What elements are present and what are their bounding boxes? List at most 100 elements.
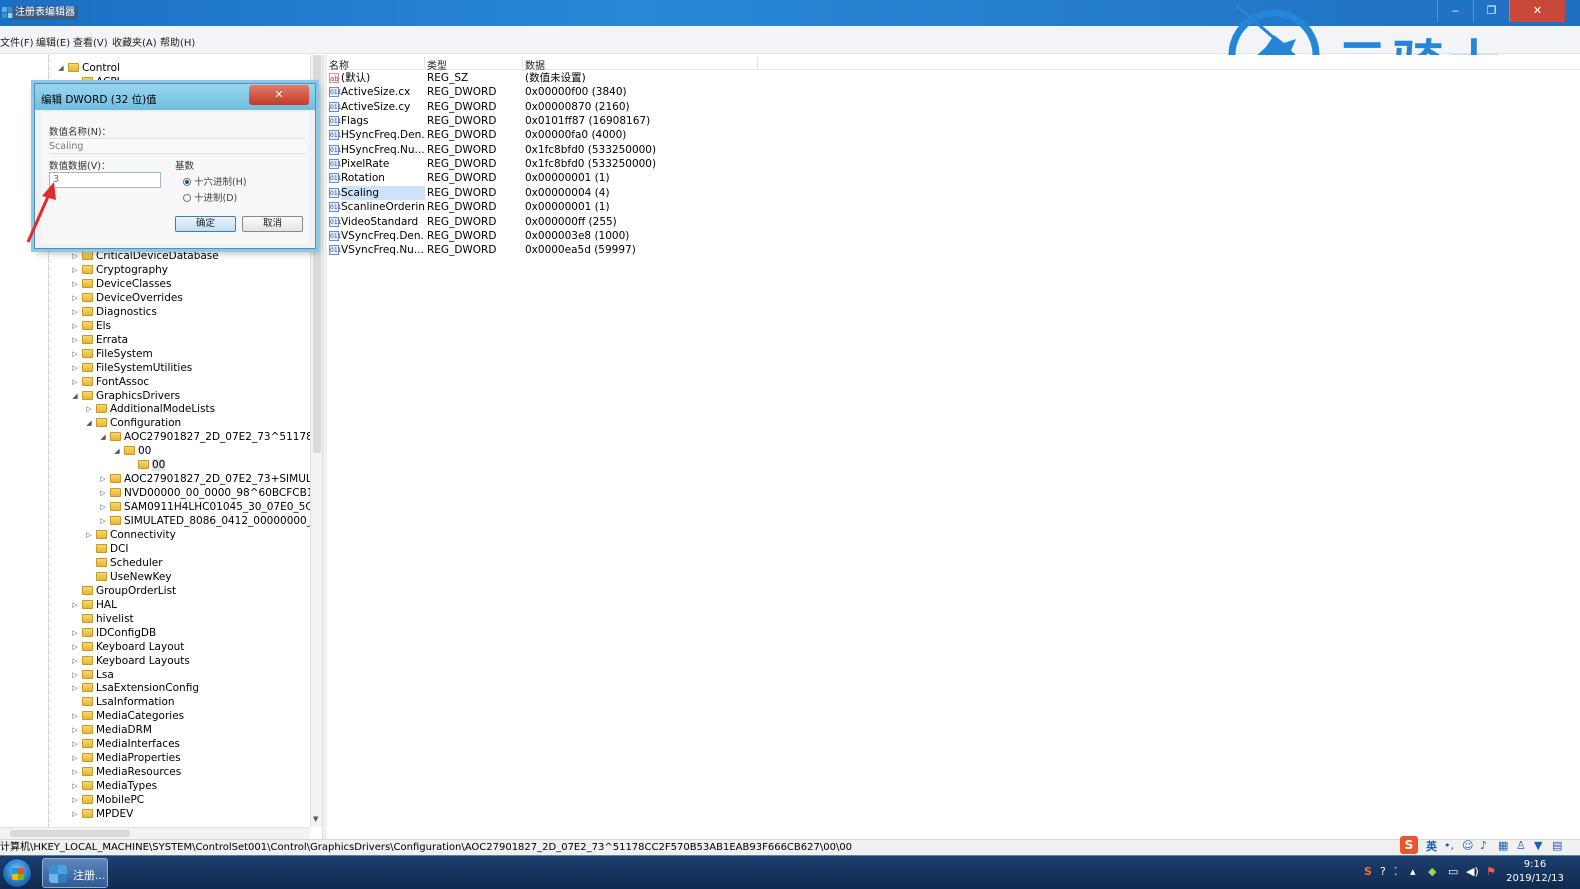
ime-language-toggle[interactable]: 英	[1426, 838, 1437, 854]
expand-arrow-icon[interactable]: ▷	[70, 737, 80, 751]
registry-values-list[interactable]: 名称 类型 数据 ab (默认) REG_SZ (数值未设置) 011 ActiveSiz…	[327, 55, 1580, 839]
sogou-ime-icon[interactable]: S	[1400, 836, 1418, 854]
expand-arrow-icon[interactable]: ▷	[70, 361, 80, 375]
expand-arrow-icon[interactable]: ▷	[70, 640, 80, 654]
column-separator[interactable]	[757, 57, 758, 68]
value-row[interactable]: 011 PixelRate REG_DWORD 0x1fc8bfd0 (5332500…	[327, 157, 1027, 171]
tray-help-icon[interactable]: ?	[1380, 865, 1386, 878]
tree-node[interactable]: UseNewKey	[84, 570, 172, 584]
tree-node[interactable]: GroupOrderList	[70, 584, 176, 598]
ime-punctuation-icon[interactable]: •,	[1444, 839, 1454, 852]
column-separator[interactable]	[522, 57, 523, 68]
tree-node[interactable]: DCI	[84, 542, 129, 556]
expand-arrow-icon[interactable]: ▷	[70, 681, 80, 695]
expand-arrow-icon[interactable]: ▷	[70, 626, 80, 640]
tree-node[interactable]: ◢ 00	[112, 444, 151, 458]
tree-node[interactable]: ▷ NVD00000_00_0000_98^60BCFCB114/	[98, 486, 310, 500]
tree-node[interactable]: ▷ MediaCategories	[70, 709, 184, 723]
expand-arrow-icon[interactable]: ▷	[70, 347, 80, 361]
tree-node[interactable]: hivelist	[70, 612, 134, 626]
expand-arrow-icon[interactable]: ▷	[84, 528, 94, 542]
tree-horizontal-scrollbar[interactable]	[0, 827, 310, 839]
tree-node[interactable]: ▷ Lsa	[70, 668, 113, 682]
tree-node[interactable]: ▷ SAM0911H4LHC01045_30_07E0_5C+A	[98, 500, 310, 514]
value-row[interactable]: 011 Flags REG_DWORD 0x0101ff87 (16908167)	[327, 114, 1027, 128]
tree-node[interactable]: ▷ Connectivity	[84, 528, 176, 542]
ime-keyboard-icon[interactable]: ▦	[1498, 839, 1508, 852]
expand-arrow-icon[interactable]: ▷	[70, 723, 80, 737]
expand-arrow-icon[interactable]: ▷	[70, 779, 80, 793]
column-separator[interactable]	[424, 57, 425, 68]
collapse-arrow-icon[interactable]: ◢	[98, 430, 108, 444]
tree-node[interactable]: ◢ AOC27901827_2D_07E2_73^51178CC2	[98, 430, 310, 444]
tree-node[interactable]: ▷ IDConfigDB	[70, 626, 156, 640]
tree-node[interactable]: ▷ Keyboard Layouts	[70, 654, 190, 668]
value-data-input[interactable]: 3	[49, 172, 161, 188]
column-header-name[interactable]: 名称	[329, 57, 349, 72]
dialog-close-button[interactable]: ✕	[249, 85, 309, 105]
ime-toolbar[interactable]: S 英 •, ☺ ♪ ▦ ♙ ▼ ▤	[1398, 836, 1568, 854]
tree-node[interactable]: LsaInformation	[70, 695, 175, 709]
tree-node[interactable]: ▷ Els	[70, 319, 111, 333]
expand-arrow-icon[interactable]: ▷	[70, 291, 80, 305]
taskbar-clock[interactable]: 9:16 2019/12/13	[1500, 858, 1570, 886]
tree-node[interactable]: ▷ Cryptography	[70, 263, 168, 277]
tree-node[interactable]: ▷ MediaProperties	[70, 751, 180, 765]
expand-arrow-icon[interactable]: ▷	[98, 514, 108, 528]
tree-node[interactable]: ▷ FontAssoc	[70, 375, 149, 389]
radio-hexadecimal[interactable]: 十六进制(H)	[183, 174, 247, 188]
column-header-data[interactable]: 数据	[525, 57, 545, 72]
tree-node[interactable]: ▷ FileSystemUtilities	[70, 361, 192, 375]
ime-menu-icon[interactable]: ▤	[1552, 839, 1562, 852]
ime-emoji-icon[interactable]: ☺	[1462, 839, 1473, 852]
cancel-button[interactable]: 取消	[242, 216, 303, 232]
tree-node[interactable]: ◢ Control	[56, 61, 120, 75]
tree-node[interactable]: ◢ GraphicsDrivers	[70, 389, 180, 403]
expand-arrow-icon[interactable]: ▷	[98, 472, 108, 486]
expand-arrow-icon[interactable]: ▷	[98, 500, 108, 514]
tree-node[interactable]: ▷ CriticalDeviceDatabase	[70, 249, 218, 263]
tree-node[interactable]: ▷ DeviceClasses	[70, 277, 171, 291]
value-row[interactable]: 011 ActiveSize.cy REG_DWORD 0x00000870 (216…	[327, 100, 1027, 114]
expand-arrow-icon[interactable]: ▷	[70, 333, 80, 347]
expand-arrow-icon[interactable]: ▷	[70, 751, 80, 765]
tree-node[interactable]: ▷ MobilePC	[70, 793, 144, 807]
expand-arrow-icon[interactable]: ▷	[70, 277, 80, 291]
expand-arrow-icon[interactable]: ▷	[70, 654, 80, 668]
tree-node[interactable]: ▷ SIMULATED_8086_0412_00000000_00(	[98, 514, 310, 528]
scroll-down-icon[interactable]: ▼	[313, 815, 318, 823]
menu-favorites[interactable]: 收藏夹(A)	[112, 34, 157, 49]
tree-node[interactable]: ◢ Configuration	[84, 416, 181, 430]
tree-node[interactable]: ▷ MediaDRM	[70, 723, 152, 737]
menu-view[interactable]: 查看(V)	[73, 34, 108, 49]
collapse-arrow-icon[interactable]: ◢	[84, 416, 94, 430]
expand-arrow-icon[interactable]: ▷	[70, 807, 80, 821]
tree-node[interactable]: ▷ MediaResources	[70, 765, 181, 779]
collapse-arrow-icon[interactable]: ◢	[112, 444, 122, 458]
expand-arrow-icon[interactable]: ▷	[70, 598, 80, 612]
value-row[interactable]: 011 VideoStandard REG_DWORD 0x000000ff (255…	[327, 215, 1027, 229]
menu-file[interactable]: 文件(F)	[0, 34, 34, 49]
collapse-arrow-icon[interactable]: ◢	[70, 389, 80, 403]
dialog-title-bar[interactable]: 编辑 DWORD (32 位)值 ✕	[35, 84, 315, 110]
tree-node[interactable]: 00	[126, 458, 166, 472]
tree-node[interactable]: ▷ Keyboard Layout	[70, 640, 184, 654]
tree-node[interactable]: ▷ MPDEV	[70, 807, 133, 821]
tray-security-icon[interactable]: ◆	[1428, 865, 1436, 878]
tree-node[interactable]: ▷ MediaInterfaces	[70, 737, 180, 751]
tree-hscroll-thumb[interactable]	[10, 830, 130, 837]
expand-arrow-icon[interactable]: ▷	[70, 709, 80, 723]
tray-overflow-icon[interactable]: ⁚	[1394, 865, 1398, 878]
tree-node[interactable]: ▷ AOC27901827_2D_07E2_73+SIMULATI	[98, 472, 310, 486]
tree-node[interactable]: ▷ Errata	[70, 333, 128, 347]
value-row[interactable]: 011 ScanlineOrdering REG_DWORD 0x00000001 (…	[327, 200, 1027, 214]
start-button[interactable]	[2, 858, 32, 888]
radio-decimal[interactable]: 十进制(D)	[183, 190, 237, 204]
tree-node[interactable]: ▷ HAL	[70, 598, 117, 612]
taskbar-regedit-button[interactable]: 注册...	[42, 858, 108, 888]
value-row[interactable]: 011 Scaling REG_DWORD 0x00000004 (4)	[327, 185, 1027, 200]
edit-dword-dialog[interactable]: 编辑 DWORD (32 位)值 ✕ 数值名称(N)： Scaling 数值数据…	[34, 83, 316, 249]
ime-microphone-icon[interactable]: ♪	[1480, 839, 1487, 852]
expand-arrow-icon[interactable]: ▷	[70, 319, 80, 333]
expand-arrow-icon[interactable]: ▷	[70, 765, 80, 779]
